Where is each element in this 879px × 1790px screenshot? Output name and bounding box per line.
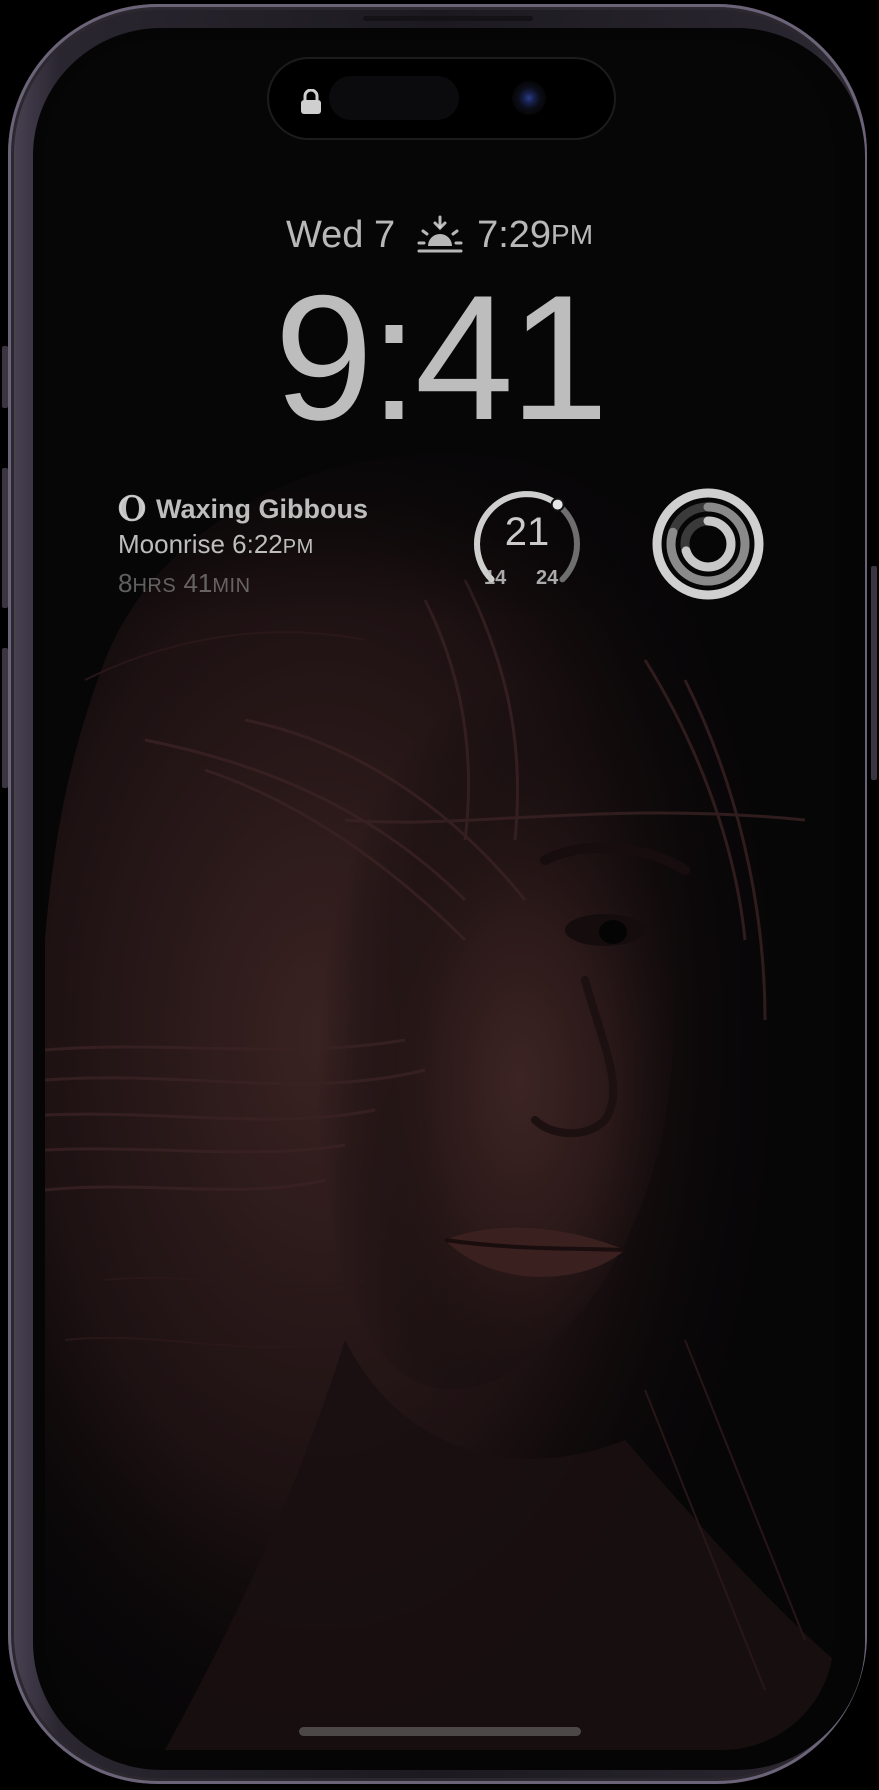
dynamic-island [269,59,614,138]
moon-duration-row: 8HRS 41MIN [118,565,418,604]
side-power-button [871,566,877,780]
current-temperature: 21 [504,510,550,554]
moon-phase-widget[interactable]: Waxing Gibbous Moonrise 6:22PM 8HRS 41MI… [118,492,418,604]
sunset-time: 7:29 [477,213,552,256]
duration-hours-unit: HRS [132,575,177,597]
island-sensor-pill [329,76,459,120]
date-label: Wed 7 [285,213,396,256]
moon-phase-title: Waxing Gibbous [156,494,368,524]
moonrise-ampm: PM [282,536,314,558]
lock-icon [301,89,321,114]
duration-hours: 8 [118,568,133,598]
moon-widget-title-row: Waxing Gibbous [118,492,418,526]
earpiece-slit [363,16,533,21]
duration-minutes-unit: MIN [212,575,251,597]
moonrise-row: Moonrise 6:22PM [118,526,418,565]
screen: Wed 7 7:29PM 9:41 Waxing Gibbous Moonris… [45,40,834,1750]
duration-minutes: 41 [183,568,213,598]
high-temperature: 24 [536,567,559,589]
gauge-current-dot [550,497,565,512]
date-sunset-row: Wed 7 7:29PM [45,210,834,258]
activity-rings-widget[interactable] [648,484,768,604]
weather-gauge-widget[interactable]: 21 14 24 [467,484,587,604]
sunset-ampm: PM [551,218,594,250]
home-indicator[interactable] [299,1727,581,1736]
lock-screen-clock[interactable]: 9:41 [45,268,834,448]
low-temperature: 14 [484,567,507,589]
moon-phase-icon [118,494,146,522]
front-camera [512,81,546,115]
phone-lock-screen: Wed 7 7:29PM 9:41 Waxing Gibbous Moonris… [0,0,879,1790]
moonrise-label: Moonrise 6:22 [118,529,283,559]
sunset-icon [417,215,463,253]
